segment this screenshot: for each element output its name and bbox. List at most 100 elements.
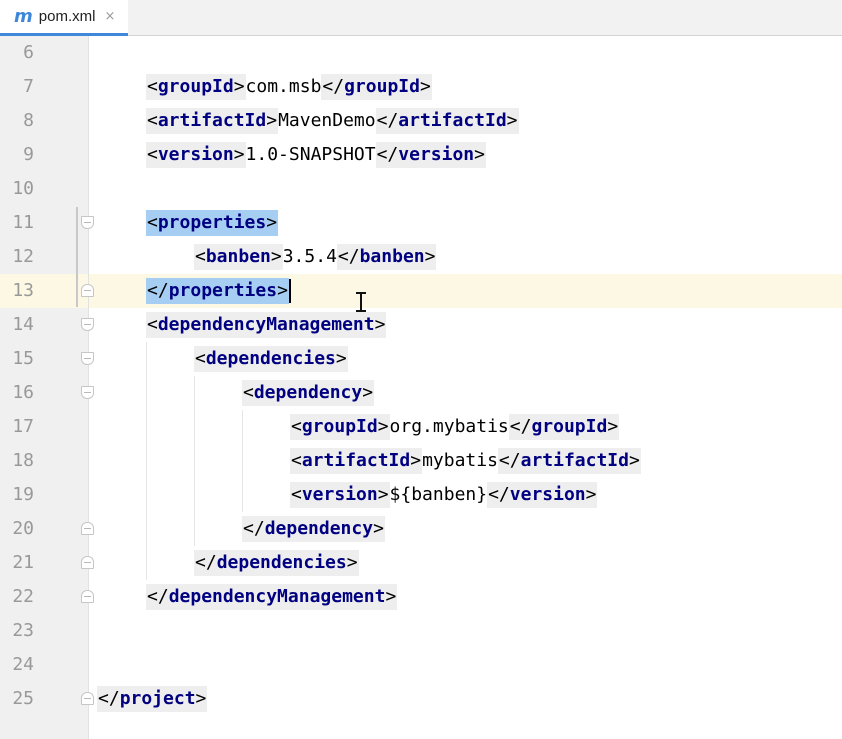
code-line[interactable]: <version>${banben}</version>	[290, 478, 598, 512]
line-number: 8	[23, 110, 34, 131]
line-number: 6	[23, 42, 34, 63]
code-line[interactable]: </project>	[97, 682, 208, 716]
closing-tag: </dependencyManagement>	[146, 584, 398, 610]
tag-name: artifactId	[398, 110, 507, 131]
fold-end-icon[interactable]	[81, 556, 94, 569]
opening-tag: <banben>	[194, 244, 283, 270]
closing-tag: </version>	[375, 142, 486, 168]
opening-tag: <groupId>	[146, 74, 246, 100]
opening-tag: <properties>	[146, 210, 279, 236]
line-number: 21	[12, 552, 34, 573]
closing-tag: </dependencies>	[194, 550, 359, 576]
code-line[interactable]: </dependency>	[242, 512, 385, 546]
code-line[interactable]: <dependency>	[242, 376, 375, 410]
editor-tab-bar: m pom.xml ×	[0, 0, 842, 36]
code-line[interactable]: </dependencies>	[194, 546, 359, 580]
closing-tag: </version>	[487, 482, 598, 508]
maven-file-icon: m	[14, 5, 33, 27]
code-line[interactable]: </dependencyManagement>	[146, 580, 398, 614]
fold-collapse-icon[interactable]	[81, 352, 94, 365]
code-line[interactable]: <properties>	[146, 206, 279, 240]
tag-value: 1.0-SNAPSHOT	[245, 144, 376, 165]
code-line[interactable]: </properties>	[146, 274, 291, 308]
line-number: 19	[12, 484, 34, 505]
tag-value: 3.5.4	[282, 246, 337, 267]
closing-tag: </groupId>	[508, 414, 620, 440]
tag-name: artifactId	[301, 450, 411, 471]
line-number: 25	[12, 688, 34, 709]
matched-scope-bar	[76, 207, 78, 307]
tag-name: properties	[168, 280, 278, 301]
fold-end-icon[interactable]	[81, 590, 94, 603]
line-number: 12	[12, 246, 34, 267]
fold-end-icon[interactable]	[81, 284, 94, 297]
tag-name: properties	[157, 212, 267, 233]
line-number: 18	[12, 450, 34, 471]
opening-tag: <dependencies>	[194, 346, 348, 372]
line-number: 11	[12, 212, 34, 233]
opening-tag: <dependency>	[242, 380, 375, 406]
tag-name: version	[301, 484, 378, 505]
line-number: 20	[12, 518, 34, 539]
tag-name: dependency	[264, 518, 374, 539]
fold-end-icon[interactable]	[81, 522, 94, 535]
tag-name: dependency	[253, 382, 363, 403]
opening-tag: <artifactId>	[290, 448, 423, 474]
text-cursor-icon	[356, 292, 366, 312]
code-line[interactable]: <groupId>org.mybatis</groupId>	[290, 410, 620, 444]
opening-tag: <version>	[146, 142, 246, 168]
closing-tag: </banben>	[336, 244, 437, 270]
line-number: 7	[23, 76, 34, 97]
fold-collapse-icon[interactable]	[81, 216, 94, 229]
tag-name: artifactId	[520, 450, 629, 471]
code-line[interactable]: <groupId>com.msb</groupId>	[146, 70, 432, 104]
indent-guide	[194, 376, 195, 546]
tag-value: org.mybatis	[389, 416, 509, 437]
opening-tag: <dependencyManagement>	[146, 312, 387, 338]
indent-guide	[146, 342, 147, 580]
line-number: 23	[12, 620, 34, 641]
fold-collapse-icon[interactable]	[81, 386, 94, 399]
tag-name: version	[509, 484, 586, 505]
code-editor[interactable]: 6 7 <groupId>com.msb</groupId> 8 <artifactId…	[0, 36, 842, 739]
line-number: 24	[12, 654, 34, 675]
close-icon[interactable]: ×	[104, 9, 115, 24]
line-number: 22	[12, 586, 34, 607]
tab-pom-xml[interactable]: m pom.xml ×	[0, 0, 128, 36]
tag-value: MavenDemo	[278, 110, 376, 131]
tag-name: dependencies	[205, 348, 336, 369]
closing-tag: </project>	[97, 686, 208, 712]
code-line[interactable]: <dependencies>	[194, 342, 348, 376]
text-caret	[288, 279, 291, 303]
line-number: 13	[12, 280, 34, 301]
code-line[interactable]: <artifactId>MavenDemo</artifactId>	[146, 104, 519, 138]
tag-value: com.msb	[245, 76, 322, 97]
code-line[interactable]: <banben>3.5.4</banben>	[194, 240, 437, 274]
tag-name: artifactId	[157, 110, 267, 131]
tag-name: banben	[359, 246, 425, 267]
tag-name: banben	[205, 246, 271, 267]
opening-tag: <version>	[290, 482, 390, 508]
fold-collapse-icon[interactable]	[81, 318, 94, 331]
closing-tag: </dependency>	[242, 516, 385, 542]
line-number: 15	[12, 348, 34, 369]
tag-value: ${banben}	[389, 484, 488, 505]
code-line[interactable]: <artifactId>mybatis</artifactId>	[290, 444, 641, 478]
line-number: 17	[12, 416, 34, 437]
tag-name: groupId	[301, 416, 378, 437]
closing-tag: </properties>	[146, 278, 289, 304]
closing-tag: </groupId>	[321, 74, 432, 100]
tab-label: pom.xml	[38, 8, 96, 25]
tag-name: groupId	[531, 416, 608, 437]
tag-name: dependencies	[216, 552, 347, 573]
line-number: 16	[12, 382, 34, 403]
tag-value: mybatis	[422, 450, 498, 471]
tag-name: project	[119, 688, 196, 709]
fold-end-icon[interactable]	[81, 692, 94, 705]
tag-name: groupId	[157, 76, 234, 97]
code-line[interactable]: <version>1.0-SNAPSHOT</version>	[146, 138, 486, 172]
tag-name: version	[398, 144, 475, 165]
tag-name: dependencyManagement	[157, 314, 375, 335]
line-number: 10	[12, 178, 34, 199]
code-line[interactable]: <dependencyManagement>	[146, 308, 387, 342]
